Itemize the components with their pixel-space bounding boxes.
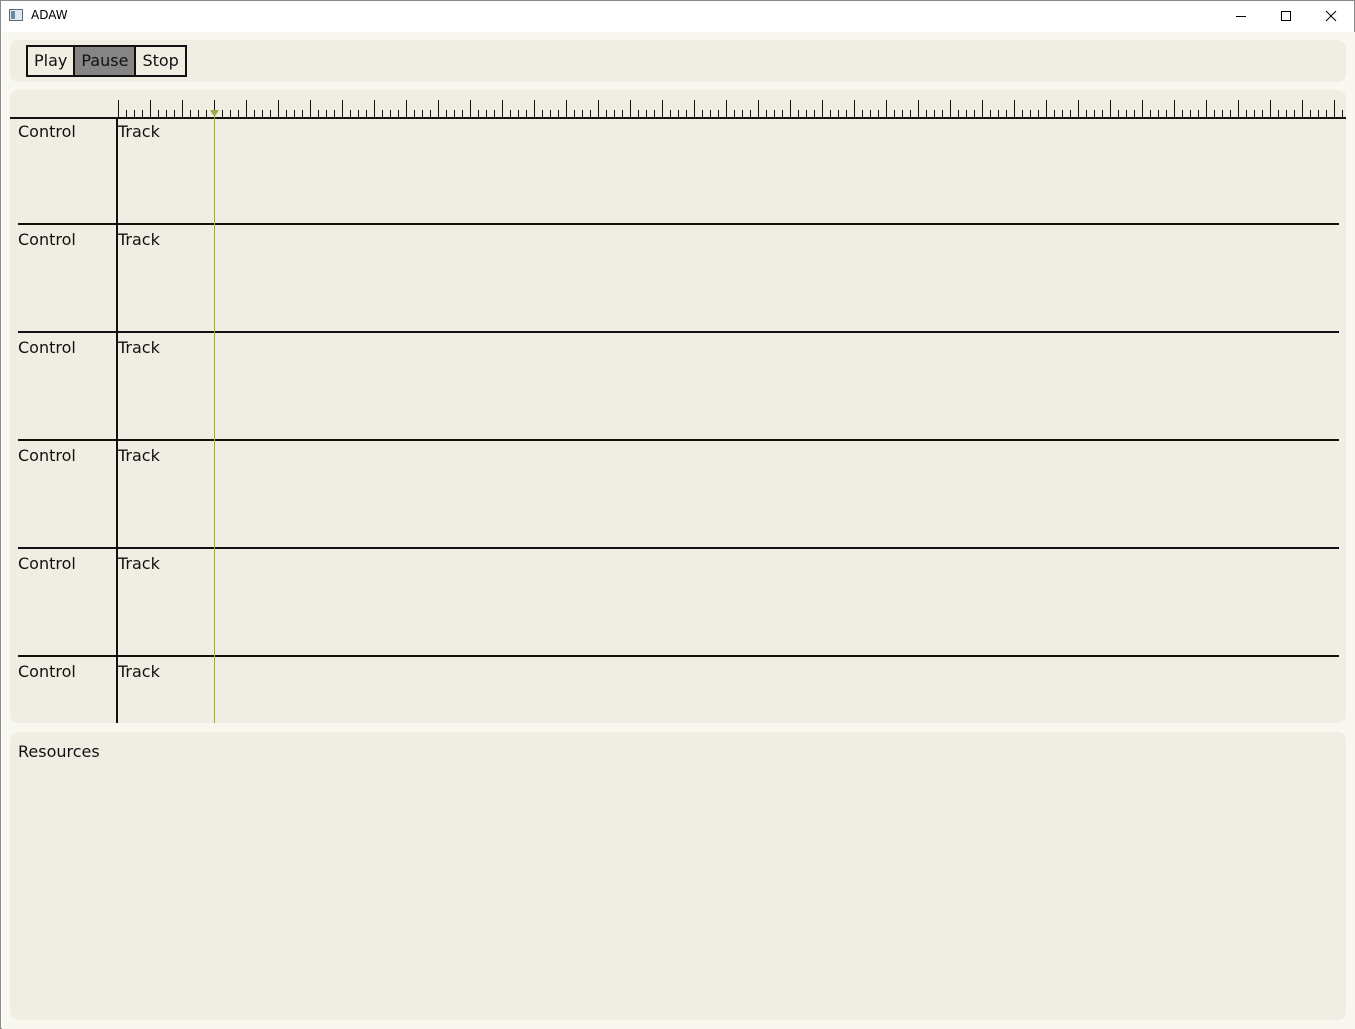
track-row[interactable]: Control Track (10, 442, 1346, 550)
close-button[interactable] (1308, 1, 1354, 31)
pause-button[interactable]: Pause (73, 47, 135, 75)
time-ruler[interactable] (10, 90, 1346, 120)
timeline-panel: Control Track Control Track Control Trac… (10, 90, 1346, 723)
track-control-label: Control (18, 662, 76, 681)
control-track-splitter[interactable] (116, 118, 118, 723)
track-divider (18, 655, 1339, 657)
transport-controls: Play Pause Stop (26, 45, 187, 77)
title-bar[interactable]: ADAW (1, 1, 1354, 31)
track-label: Track (118, 338, 160, 357)
track-label: Track (118, 446, 160, 465)
maximize-icon (1281, 11, 1291, 21)
playhead-line[interactable] (214, 114, 215, 723)
track-label: Track (118, 554, 160, 573)
track-divider (18, 223, 1339, 225)
minimize-button[interactable] (1218, 1, 1264, 31)
track-row[interactable]: Control Track (10, 550, 1346, 658)
ruler-ticks (10, 100, 1346, 119)
track-control-label: Control (18, 338, 76, 357)
track-row[interactable]: Control Track (10, 226, 1346, 334)
track-divider (18, 547, 1339, 549)
app-window: ADAW Play Pause Stop Control Track Contr… (0, 0, 1355, 1029)
play-button[interactable]: Play (28, 47, 74, 75)
transport-panel: Play Pause Stop (10, 40, 1346, 82)
track-divider (18, 439, 1339, 441)
track-control-label: Control (18, 230, 76, 249)
track-control-label: Control (18, 122, 76, 141)
stop-button[interactable]: Stop (134, 47, 185, 75)
track-row[interactable]: Control Track (10, 118, 1346, 226)
track-row[interactable]: Control Track (10, 334, 1346, 442)
track-control-label: Control (18, 446, 76, 465)
track-control-label: Control (18, 554, 76, 573)
track-label: Track (118, 230, 160, 249)
maximize-button[interactable] (1263, 1, 1309, 31)
window-title: ADAW (31, 8, 68, 22)
minimize-icon (1236, 16, 1246, 17)
track-row[interactable]: Control Track (10, 658, 1346, 723)
track-label: Track (118, 662, 160, 681)
resources-panel: Resources (10, 732, 1346, 1020)
close-icon (1325, 10, 1337, 22)
app-content: Play Pause Stop Control Track Control Tr… (2, 32, 1355, 1029)
app-window-icon (9, 9, 23, 21)
track-divider (18, 331, 1339, 333)
resources-title: Resources (18, 742, 100, 761)
track-label: Track (118, 122, 160, 141)
